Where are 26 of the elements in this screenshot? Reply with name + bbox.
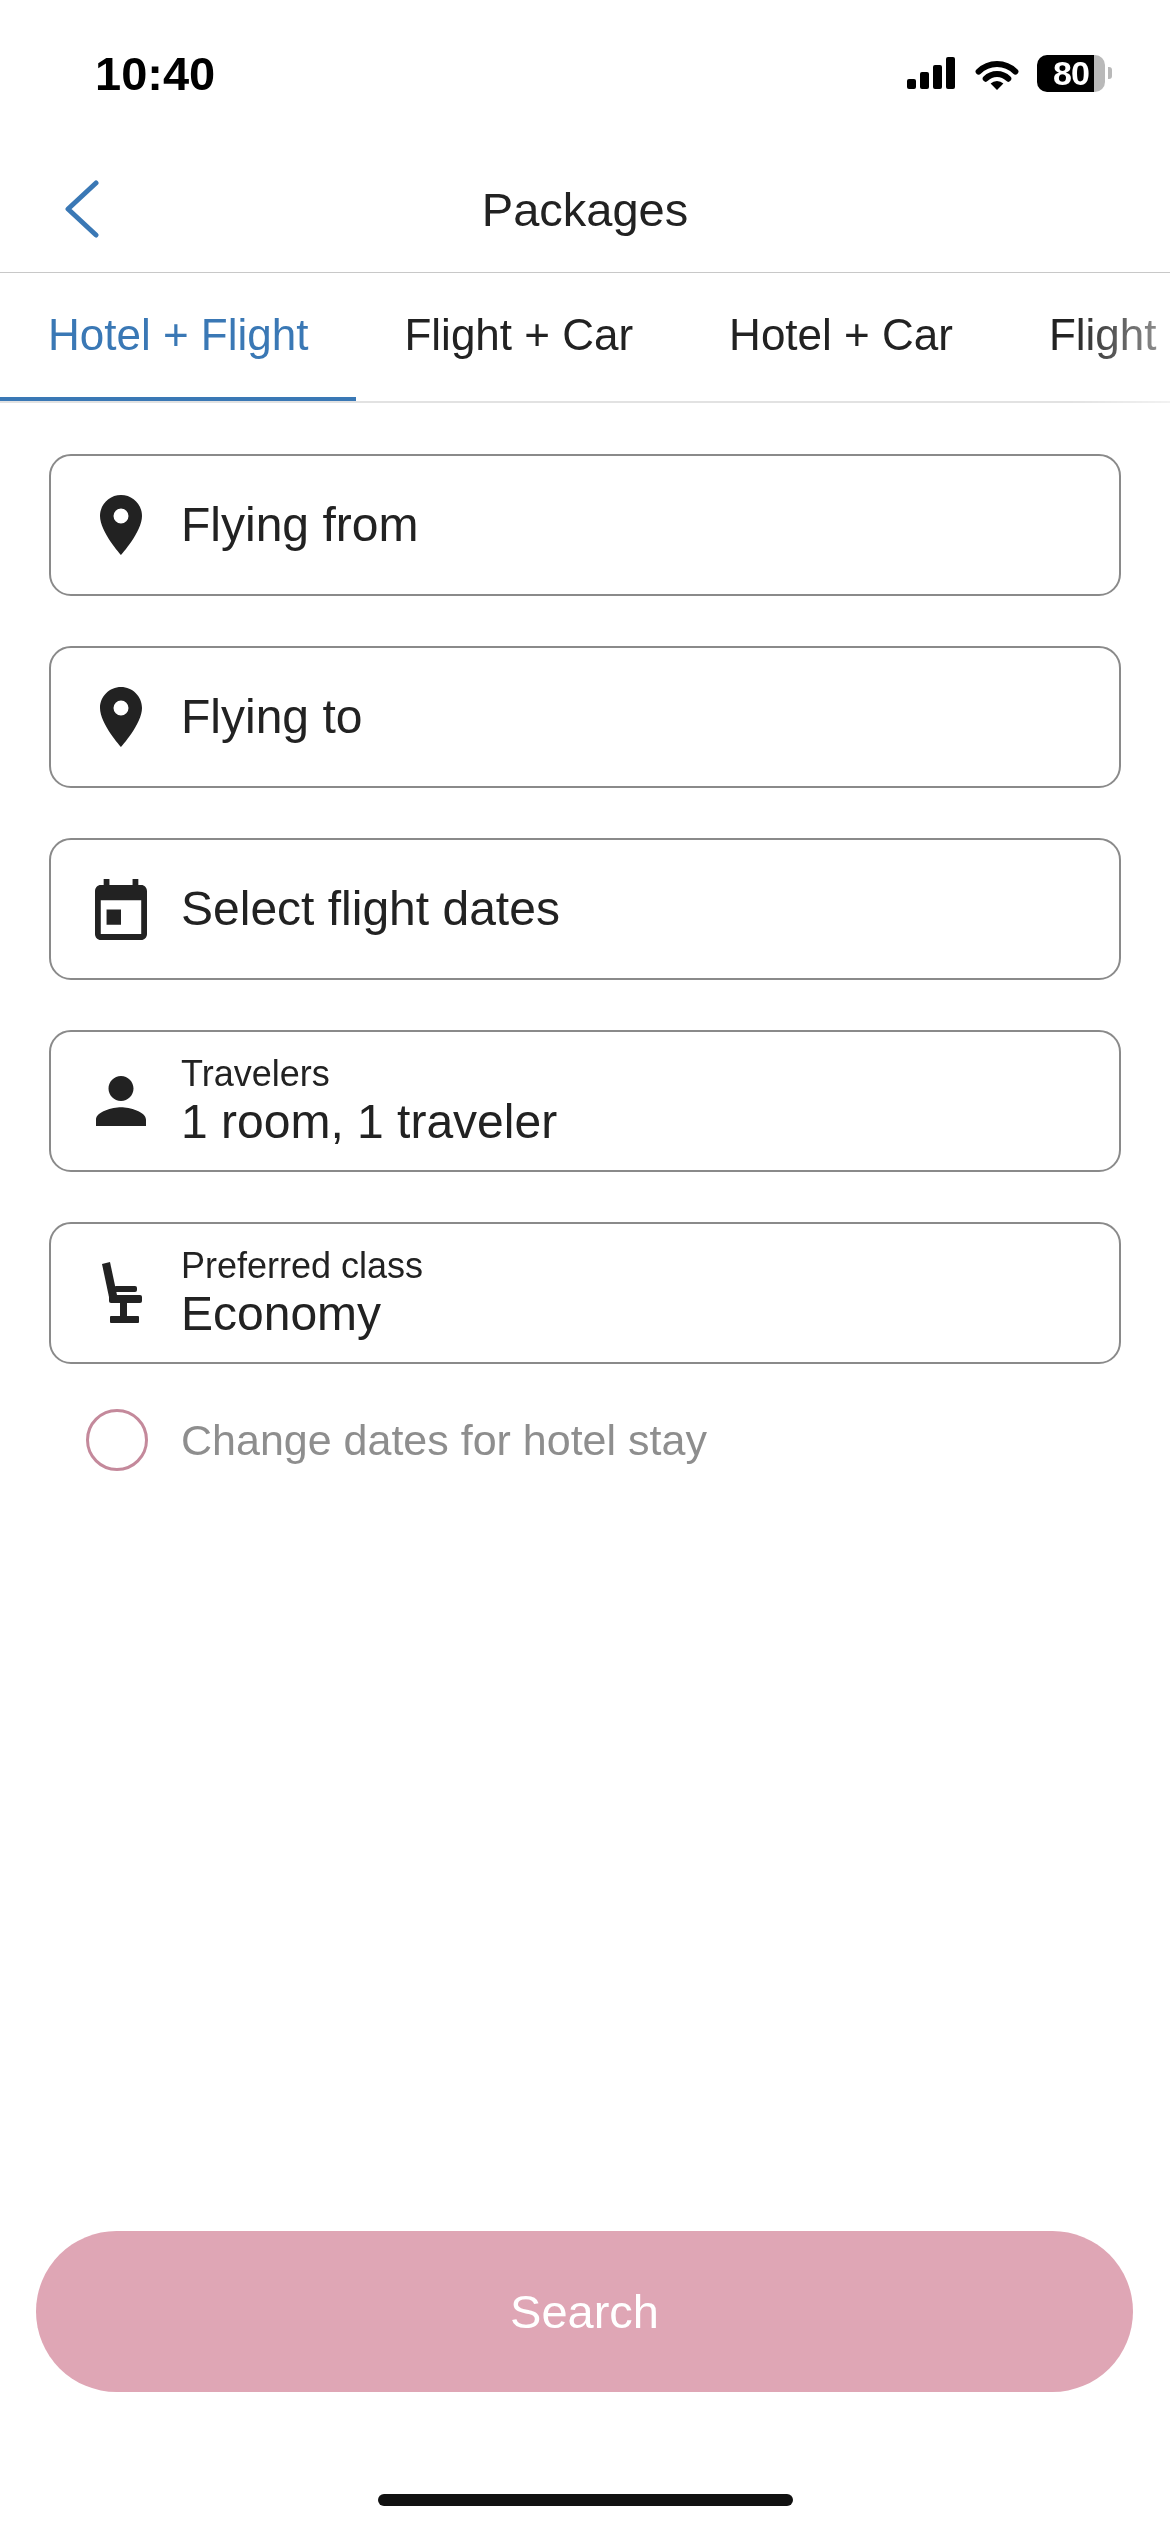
location-pin-icon <box>100 495 142 555</box>
battery-percentage: 80 <box>1053 54 1089 92</box>
field-label: Flying to <box>181 689 363 745</box>
field-label: Preferred class <box>181 1244 424 1287</box>
tab[interactable]: Hotel + Flight <box>0 273 357 401</box>
tab[interactable]: Flight <box>1000 273 1157 401</box>
field-label: Flying from <box>181 497 419 553</box>
location-pin-icon <box>100 687 142 747</box>
tab[interactable]: Flight + Car <box>356 273 682 401</box>
signal-icon <box>907 57 957 89</box>
field-value: 1 room, 1 traveler <box>181 1094 558 1150</box>
date-field[interactable]: Select flight dates <box>49 838 1121 980</box>
option-label: Change dates for hotel stay <box>181 1415 707 1465</box>
travelers-field[interactable]: Travelers 1 room, 1 traveler <box>49 1030 1121 1172</box>
status-time: 10:40 <box>95 45 216 101</box>
screen-title: Packages <box>481 181 689 237</box>
back-chevron-icon <box>63 180 100 238</box>
location-field[interactable]: Flying to <box>49 646 1121 788</box>
field-label: Travelers <box>181 1052 330 1095</box>
person-icon <box>96 1076 146 1126</box>
seat-class-field[interactable]: Preferred class Economy <box>49 1222 1121 1364</box>
field-value: Economy <box>181 1286 382 1342</box>
field-label: Select flight dates <box>181 881 560 937</box>
tab[interactable]: Hotel + Car <box>681 273 1001 401</box>
location-field[interactable]: Flying from <box>49 454 1121 596</box>
calendar-icon <box>95 878 147 940</box>
